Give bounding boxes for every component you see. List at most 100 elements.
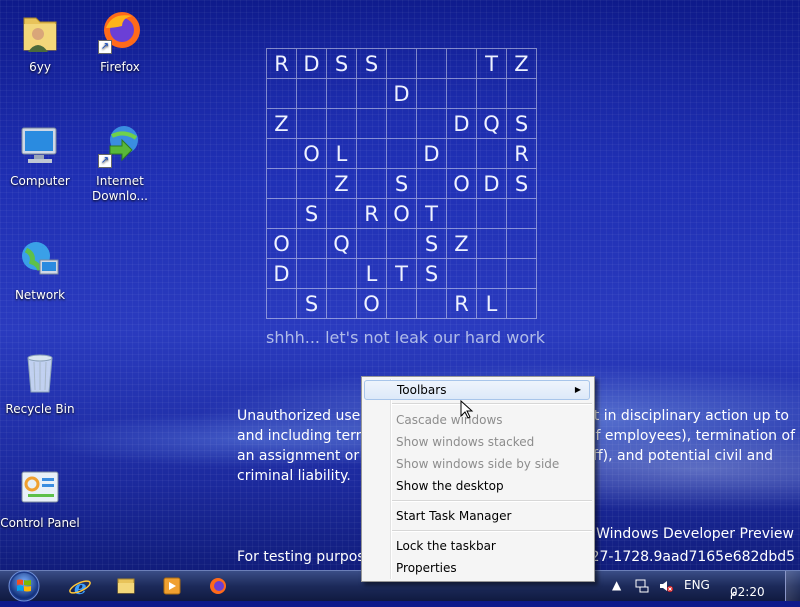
puzzle-cell: Z <box>327 169 357 199</box>
start-button[interactable] <box>4 568 44 604</box>
puzzle-cell <box>267 199 297 229</box>
internet-explorer-icon: e <box>69 575 91 599</box>
puzzle-cell <box>477 79 507 109</box>
developer-preview-watermark: Windows Developer Preview <box>596 526 794 542</box>
desktop-icon-internet-download-manager[interactable]: ↗ Internet Downlo... <box>80 122 160 204</box>
puzzle-cell <box>297 229 327 259</box>
puzzle-cell <box>417 169 447 199</box>
volume-muted-icon[interactable] <box>658 578 674 597</box>
desktop-icon-computer[interactable]: Computer <box>0 122 80 189</box>
puzzle-cell <box>447 259 477 289</box>
desktop-icon-6yy[interactable]: 6yy <box>0 8 80 75</box>
puzzle-cell <box>507 229 537 259</box>
puzzle-cell <box>387 139 417 169</box>
menu-item-start-task-manager[interactable]: Start Task Manager <box>364 506 590 526</box>
puzzle-cell: O <box>297 139 327 169</box>
show-desktop-button[interactable] <box>785 571 800 601</box>
taskbar-media-player[interactable] <box>154 573 190 599</box>
menu-item-lock-the-taskbar[interactable]: Lock the taskbar <box>364 536 590 556</box>
letter-puzzle-grid: RDSSTZDZDQSOLDRZSODSSROTOQSZDLTSSORL <box>266 48 537 319</box>
firefox-icon <box>210 578 226 594</box>
puzzle-cell <box>267 289 297 319</box>
puzzle-cell: S <box>417 229 447 259</box>
puzzle-cell <box>327 199 357 229</box>
puzzle-cell <box>417 79 447 109</box>
puzzle-cell: T <box>387 259 417 289</box>
puzzle-cell <box>507 199 537 229</box>
desktop-icon-label: Recycle Bin <box>5 402 75 416</box>
puzzle-cell: D <box>267 259 297 289</box>
desktop-icon-label: Network <box>14 288 66 302</box>
puzzle-cell: R <box>507 139 537 169</box>
submenu-arrow-icon: ▶ <box>574 385 581 394</box>
puzzle-cell: Z <box>507 49 537 79</box>
puzzle-cell: D <box>477 169 507 199</box>
user-folder-icon <box>16 8 64 56</box>
language-indicator[interactable]: ENG <box>684 578 710 592</box>
puzzle-cell: S <box>507 169 537 199</box>
menu-item-cascade-windows[interactable]: Cascade windows <box>364 410 590 430</box>
puzzle-tagline: shhh... let's not leak our hard work <box>266 328 546 347</box>
media-player-icon <box>163 577 181 595</box>
notice-line-2: and including term <box>237 428 370 444</box>
puzzle-cell <box>297 259 327 289</box>
puzzle-cell <box>477 259 507 289</box>
firefox-icon: ↗ <box>96 8 144 56</box>
puzzle-cell: Z <box>447 229 477 259</box>
taskbar-file-explorer[interactable] <box>108 573 144 599</box>
internet-download-manager-icon: ↗ <box>96 122 144 170</box>
notice-line-1-right: ult in disciplinary action up to <box>581 408 789 424</box>
puzzle-cell <box>387 229 417 259</box>
puzzle-cell <box>327 289 357 319</box>
puzzle-cell: T <box>477 49 507 79</box>
notice-line-3: an assignment or c <box>237 448 372 464</box>
puzzle-cell: D <box>447 109 477 139</box>
puzzle-cell: S <box>327 49 357 79</box>
desktop-icon-control-panel[interactable]: Control Panel <box>0 464 80 531</box>
puzzle-cell <box>447 49 477 79</box>
menu-item-label: Lock the taskbar <box>396 539 496 553</box>
build-watermark-left: For testing purpose <box>237 549 374 565</box>
computer-icon <box>16 122 64 170</box>
puzzle-cell <box>267 169 297 199</box>
menu-item-properties[interactable]: Properties <box>364 558 590 578</box>
puzzle-cell <box>357 79 387 109</box>
taskbar-context-menu: Toolbars ▶ Cascade windows Show windows … <box>361 376 595 582</box>
puzzle-cell <box>417 289 447 319</box>
puzzle-cell <box>507 289 537 319</box>
desktop-icon-firefox[interactable]: ↗ Firefox <box>80 8 160 75</box>
desktop-icon-label: 6yy <box>29 60 51 74</box>
puzzle-cell: S <box>387 169 417 199</box>
control-panel-icon <box>16 464 64 512</box>
puzzle-cell: D <box>387 79 417 109</box>
network-icon <box>16 236 64 284</box>
puzzle-cell <box>447 139 477 169</box>
menu-item-show-windows-side-by-side[interactable]: Show windows side by side <box>364 454 590 474</box>
menu-item-show-windows-stacked[interactable]: Show windows stacked <box>364 432 590 452</box>
network-status-icon[interactable] <box>634 578 650 597</box>
menu-item-show-the-desktop[interactable]: Show the desktop <box>364 476 590 496</box>
puzzle-cell: D <box>297 49 327 79</box>
menu-item-toolbars[interactable]: Toolbars ▶ <box>364 380 590 400</box>
show-hidden-icons-button[interactable]: ▲ <box>612 578 621 592</box>
puzzle-cell <box>477 199 507 229</box>
taskbar-firefox[interactable] <box>200 573 236 599</box>
puzzle-cell: S <box>357 49 387 79</box>
taskbar-internet-explorer[interactable]: e <box>62 573 98 599</box>
puzzle-cell <box>357 229 387 259</box>
desktop-icon-network[interactable]: Network <box>0 236 80 303</box>
puzzle-cell: D <box>417 139 447 169</box>
shortcut-arrow-icon: ↗ <box>98 154 112 168</box>
puzzle-cell <box>357 109 387 139</box>
puzzle-cell <box>477 139 507 169</box>
desktop-icon-recycle-bin[interactable]: Recycle Bin <box>0 350 80 417</box>
menu-item-label: Show windows side by side <box>396 457 560 471</box>
desktop-icon-label: Internet Downlo... <box>92 174 148 203</box>
puzzle-cell <box>357 169 387 199</box>
desktop-icon-label: Control Panel <box>0 516 80 530</box>
puzzle-cell: L <box>357 259 387 289</box>
puzzle-cell <box>297 109 327 139</box>
puzzle-cell <box>327 259 357 289</box>
puzzle-cell: Q <box>477 109 507 139</box>
puzzle-cell <box>447 199 477 229</box>
